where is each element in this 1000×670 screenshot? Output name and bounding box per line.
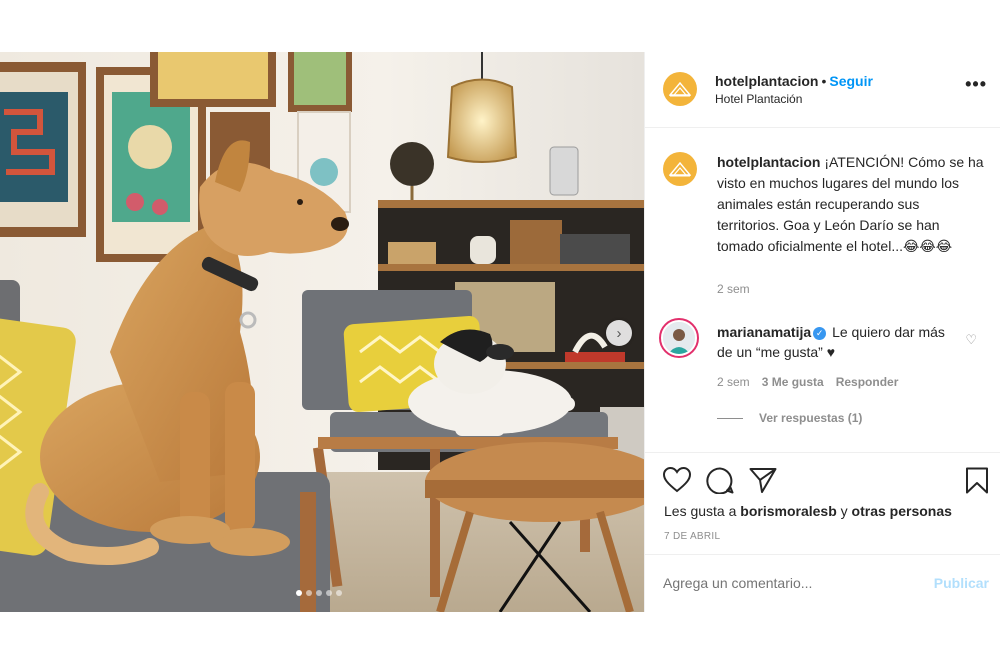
- like-heart-icon[interactable]: [662, 466, 692, 498]
- caption-username[interactable]: hotelplantacion: [717, 154, 820, 170]
- replies-divider: [717, 417, 743, 419]
- post-location[interactable]: Hotel Plantación: [715, 92, 802, 106]
- person-avatar-icon: [663, 322, 695, 354]
- comment-like-heart-icon[interactable]: ♡: [965, 332, 977, 348]
- comment-meta: 2 sem 3 Me gusta Responder: [717, 375, 898, 389]
- more-options-icon[interactable]: •••: [965, 74, 987, 95]
- comment-bubble-icon[interactable]: [706, 467, 734, 499]
- author-line: hotelplantacion • Seguir: [715, 73, 873, 89]
- verified-badge-icon: ✓: [813, 326, 827, 340]
- carousel-dot: [296, 590, 302, 596]
- likes-conj: y: [840, 503, 848, 519]
- hotel-logo-icon: [669, 81, 691, 97]
- carousel-indicator: [296, 590, 342, 596]
- carousel-dot: [316, 590, 322, 596]
- likes-others-link[interactable]: otras personas: [852, 503, 952, 519]
- post-header: hotelplantacion • Seguir Hotel Plantación …: [645, 52, 1000, 128]
- carousel-dot: [336, 590, 342, 596]
- post-date[interactable]: 7 DE ABRIL: [664, 531, 720, 542]
- post-actions: Les gusta a borismoralesb y otras person…: [645, 452, 1000, 563]
- follow-button[interactable]: Seguir: [829, 73, 873, 89]
- hotel-logo-icon: [669, 161, 691, 177]
- commenter-photo: [663, 322, 695, 354]
- comment-likes[interactable]: 3 Me gusta: [762, 375, 824, 389]
- post-caption: hotelplantacion ¡ATENCIÓN! Cómo se ha vi…: [717, 152, 985, 257]
- save-bookmark-icon[interactable]: [965, 467, 989, 499]
- dogs-in-living-room-image: [0, 52, 644, 612]
- carousel-dot: [326, 590, 332, 596]
- likes-prefix: Les gusta a: [664, 503, 737, 519]
- post-photo[interactable]: ›: [0, 52, 644, 612]
- caption-author-avatar[interactable]: [663, 152, 697, 186]
- caption-timestamp[interactable]: 2 sem: [717, 282, 750, 296]
- publish-button[interactable]: Publicar: [934, 575, 989, 591]
- separator-dot: •: [821, 73, 827, 89]
- view-replies-button[interactable]: Ver respuestas (1): [717, 411, 862, 425]
- carousel-next-button[interactable]: ›: [606, 320, 632, 346]
- author-avatar[interactable]: [663, 72, 697, 106]
- post-side-panel: hotelplantacion • Seguir Hotel Plantación …: [644, 52, 1000, 612]
- likes-summary: Les gusta a borismoralesb y otras person…: [664, 503, 952, 519]
- commenter-avatar[interactable]: [659, 318, 699, 358]
- add-comment-bar: Publicar: [645, 554, 1000, 613]
- comment-input[interactable]: [663, 575, 913, 591]
- instagram-post: › hotelplantacion • Seguir Hotel Plantació…: [0, 52, 1000, 612]
- carousel-dot: [306, 590, 312, 596]
- comment-timestamp[interactable]: 2 sem: [717, 375, 750, 389]
- comment-username[interactable]: marianamatija: [717, 324, 811, 340]
- author-username[interactable]: hotelplantacion: [715, 73, 818, 89]
- share-paper-plane-icon[interactable]: [749, 467, 777, 498]
- liked-by-username[interactable]: borismoralesb: [740, 503, 836, 519]
- view-replies-label: Ver respuestas (1): [759, 411, 863, 425]
- chevron-right-icon: ›: [616, 324, 622, 342]
- comment: marianamatija ✓ Le quiero dar más de un “…: [717, 322, 957, 362]
- reply-button[interactable]: Responder: [836, 375, 899, 389]
